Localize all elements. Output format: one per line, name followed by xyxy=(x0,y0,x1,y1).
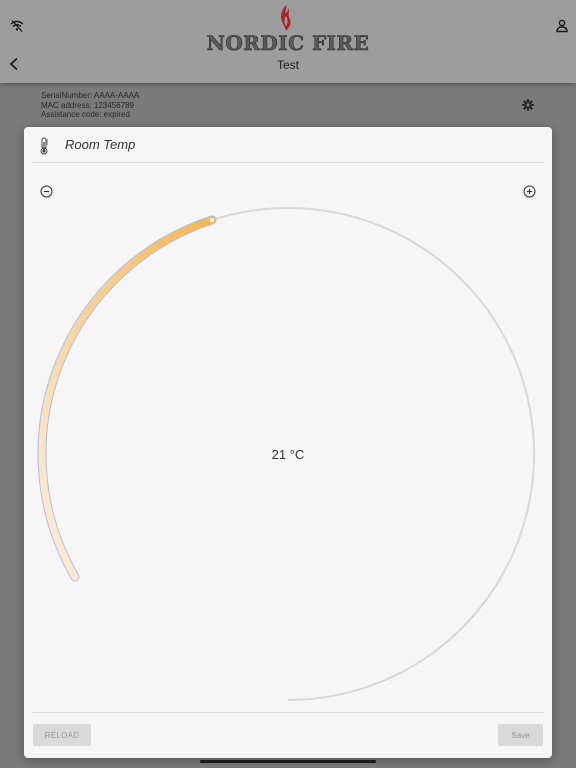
temperature-readout: 21 °C xyxy=(271,447,305,462)
user-icon[interactable] xyxy=(556,19,568,33)
brand-name: NORDIC FIRE xyxy=(206,31,370,56)
reload-button[interactable]: RELOAD xyxy=(33,724,91,746)
dialog-footer-divider xyxy=(32,712,544,713)
gear-icon[interactable] xyxy=(522,99,534,111)
brand-logo: NORDIC FIRE xyxy=(200,4,376,56)
temperature-dial[interactable] xyxy=(24,127,552,758)
room-temp-dialog: Room Temp 21 °C RELOAD Save xyxy=(24,127,552,758)
wifi-off-icon[interactable] xyxy=(10,19,24,33)
device-name: Test xyxy=(276,58,299,72)
serial-number: SerialNumber: AAAA-AAAA xyxy=(41,91,140,100)
save-button[interactable]: Save xyxy=(498,724,543,746)
flame-logo-icon xyxy=(281,5,291,31)
assistance-code: Assistance code: expired xyxy=(41,110,130,120)
home-indicator xyxy=(200,760,376,763)
app-header: NORDIC FIRE Test xyxy=(0,0,576,83)
mac-address: MAC address: 123456789 xyxy=(41,100,134,110)
device-info: SerialNumber: AAAA-AAAA MAC address: 123… xyxy=(41,91,139,120)
dial-value-outline xyxy=(37,215,217,582)
dial-handle[interactable] xyxy=(209,217,215,223)
